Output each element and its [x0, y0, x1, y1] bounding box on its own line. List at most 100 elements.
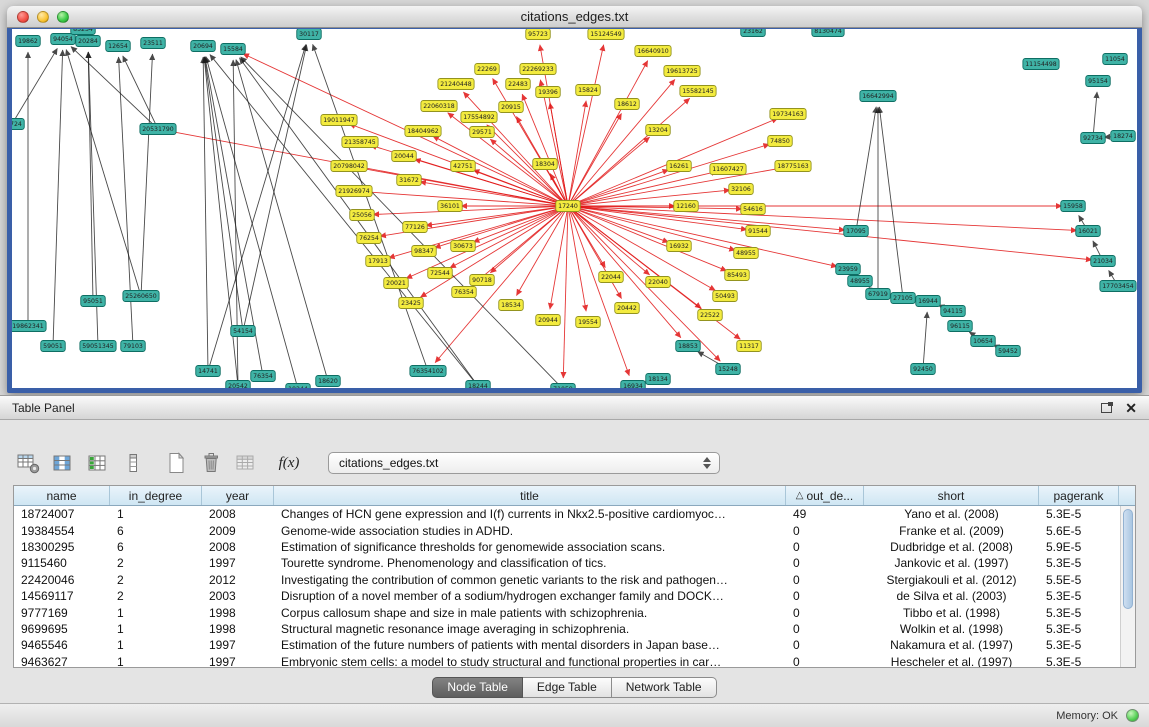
graph-node[interactable]: 91544: [746, 226, 771, 237]
table-settings-icon[interactable]: [14, 449, 42, 477]
graph-node[interactable]: 77126: [403, 222, 428, 233]
graph-node[interactable]: 17240: [556, 201, 581, 212]
graph-node[interactable]: 42751: [451, 161, 476, 172]
graph-node[interactable]: 12160: [674, 201, 699, 212]
graph-node[interactable]: 71059: [551, 384, 576, 389]
graph-node[interactable]: 11154498: [1023, 59, 1059, 70]
graph-node[interactable]: 27105: [891, 293, 916, 304]
tab-node-table[interactable]: Node Table: [432, 677, 523, 698]
table-row[interactable]: 1938455462009Genome-wide association stu…: [14, 522, 1135, 538]
graph-node[interactable]: 8130474: [812, 29, 844, 37]
graph-node[interactable]: 15582145: [680, 86, 716, 97]
table-row[interactable]: 946362711997Embryonic stem cells: a mode…: [14, 654, 1135, 667]
graph-node[interactable]: 94054: [51, 34, 76, 45]
graph-node[interactable]: 19862: [16, 36, 41, 47]
vertical-scrollbar[interactable]: [1120, 506, 1135, 667]
graph-node[interactable]: 92450: [911, 364, 936, 375]
trash-icon[interactable]: [197, 449, 225, 477]
graph-node[interactable]: 11607427: [710, 164, 746, 175]
graph-node[interactable]: 16261: [667, 161, 692, 172]
graph-node[interactable]: 18404962: [405, 126, 441, 137]
graph-node[interactable]: 92734: [1081, 133, 1106, 144]
graph-node[interactable]: 18853: [676, 341, 701, 352]
graph-node[interactable]: 11054: [1103, 54, 1128, 65]
graph-node[interactable]: 18775163: [775, 161, 811, 172]
column-header-year[interactable]: year: [202, 486, 274, 505]
graph-node[interactable]: 23162: [741, 29, 766, 37]
graph-node[interactable]: 94115: [941, 306, 966, 317]
graph-node[interactable]: 59051: [41, 341, 66, 352]
graph-node[interactable]: 12654: [106, 41, 131, 52]
graph-node[interactable]: 20542: [226, 381, 251, 389]
graph-node[interactable]: 19011947: [321, 115, 357, 126]
graph-node[interactable]: 17554892: [461, 112, 497, 123]
graph-node[interactable]: 19244: [286, 384, 311, 389]
graph-node[interactable]: 16640910: [635, 46, 671, 57]
graph-node[interactable]: 25260650: [123, 291, 159, 302]
graph-node[interactable]: 85234: [71, 29, 96, 35]
graph-node[interactable]: 54616: [741, 204, 766, 215]
graph-node[interactable]: 22522: [698, 310, 723, 321]
graph-node[interactable]: 76354: [251, 371, 276, 382]
table-row[interactable]: 911546021997Tourette syndrome. Phenomeno…: [14, 555, 1135, 571]
table-columns-icon[interactable]: [49, 449, 77, 477]
graph-node[interactable]: 15824: [576, 85, 601, 96]
column-header-in_degree[interactable]: in_degree: [110, 486, 202, 505]
graph-node[interactable]: 59051345: [80, 341, 116, 352]
graph-node[interactable]: 90718: [470, 275, 495, 286]
graph-node[interactable]: 29571: [470, 127, 495, 138]
table-select-rows-icon[interactable]: [84, 449, 112, 477]
graph-node[interactable]: 31672: [397, 175, 422, 186]
graph-node[interactable]: 98347: [412, 246, 437, 257]
graph-node[interactable]: 95723: [526, 29, 551, 40]
graph-node[interactable]: 12724: [12, 119, 24, 130]
graph-node[interactable]: 20021: [384, 278, 409, 289]
graph-node[interactable]: 48955: [734, 248, 759, 259]
graph-node[interactable]: 36101: [438, 201, 463, 212]
graph-node[interactable]: 76354: [452, 287, 477, 298]
graph-node[interactable]: 18244: [466, 381, 491, 389]
graph-node[interactable]: 16944: [916, 296, 941, 307]
graph-node[interactable]: 16934: [621, 381, 646, 389]
column-header-title[interactable]: title: [274, 486, 786, 505]
network-window-titlebar[interactable]: citations_edges.txt: [7, 6, 1142, 28]
graph-node[interactable]: 13204: [646, 125, 671, 136]
graph-node[interactable]: 22060318: [421, 101, 457, 112]
graph-node[interactable]: 16932: [667, 241, 692, 252]
graph-node[interactable]: 96115: [948, 321, 973, 332]
graph-node[interactable]: 76254: [357, 233, 382, 244]
graph-node[interactable]: 22269: [475, 64, 500, 75]
graph-node[interactable]: 17095: [844, 226, 869, 237]
close-button[interactable]: [17, 11, 29, 23]
graph-node[interactable]: 15124549: [588, 29, 624, 40]
table-row[interactable]: 1872400712008Changes of HCN gene express…: [14, 506, 1135, 522]
graph-node[interactable]: 18612: [615, 99, 640, 110]
graph-node[interactable]: 50493: [713, 291, 738, 302]
graph-node[interactable]: 20531790: [140, 124, 176, 135]
column-header-name[interactable]: name: [14, 486, 110, 505]
network-graph-canvas[interactable]: 1724012160169322204020442195542094418534…: [12, 29, 1137, 388]
graph-node[interactable]: 22483: [506, 79, 531, 90]
graph-node[interactable]: 79103: [121, 341, 146, 352]
graph-node[interactable]: 18274: [1111, 131, 1136, 142]
scrollbar-thumb[interactable]: [1123, 509, 1133, 609]
graph-node[interactable]: 15584: [221, 44, 246, 55]
table-row[interactable]: 969969511998Structural magnetic resonanc…: [14, 621, 1135, 637]
graph-node[interactable]: 59452: [996, 346, 1021, 357]
column-header-short[interactable]: short: [864, 486, 1039, 505]
table-row[interactable]: 977716911998Corpus callosum shape and si…: [14, 604, 1135, 620]
graph-node[interactable]: 22044: [599, 272, 624, 283]
new-document-icon[interactable]: [162, 449, 190, 477]
column-header-out_de[interactable]: △out_de...: [786, 486, 864, 505]
graph-node[interactable]: 19554: [576, 317, 601, 328]
graph-node[interactable]: 14741: [196, 366, 221, 377]
graph-node[interactable]: 20284: [76, 36, 101, 47]
graph-node[interactable]: 20798042: [331, 161, 367, 172]
table-row[interactable]: 946554611997Estimation of the future num…: [14, 637, 1135, 653]
graph-node[interactable]: 21926974: [336, 186, 372, 197]
graph-node[interactable]: 19396: [536, 87, 561, 98]
graph-node[interactable]: 17703454: [1100, 281, 1136, 292]
graph-node[interactable]: 30117: [297, 29, 322, 40]
table-row[interactable]: 1830029562008Estimation of significance …: [14, 539, 1135, 555]
undock-icon[interactable]: [1101, 402, 1113, 413]
